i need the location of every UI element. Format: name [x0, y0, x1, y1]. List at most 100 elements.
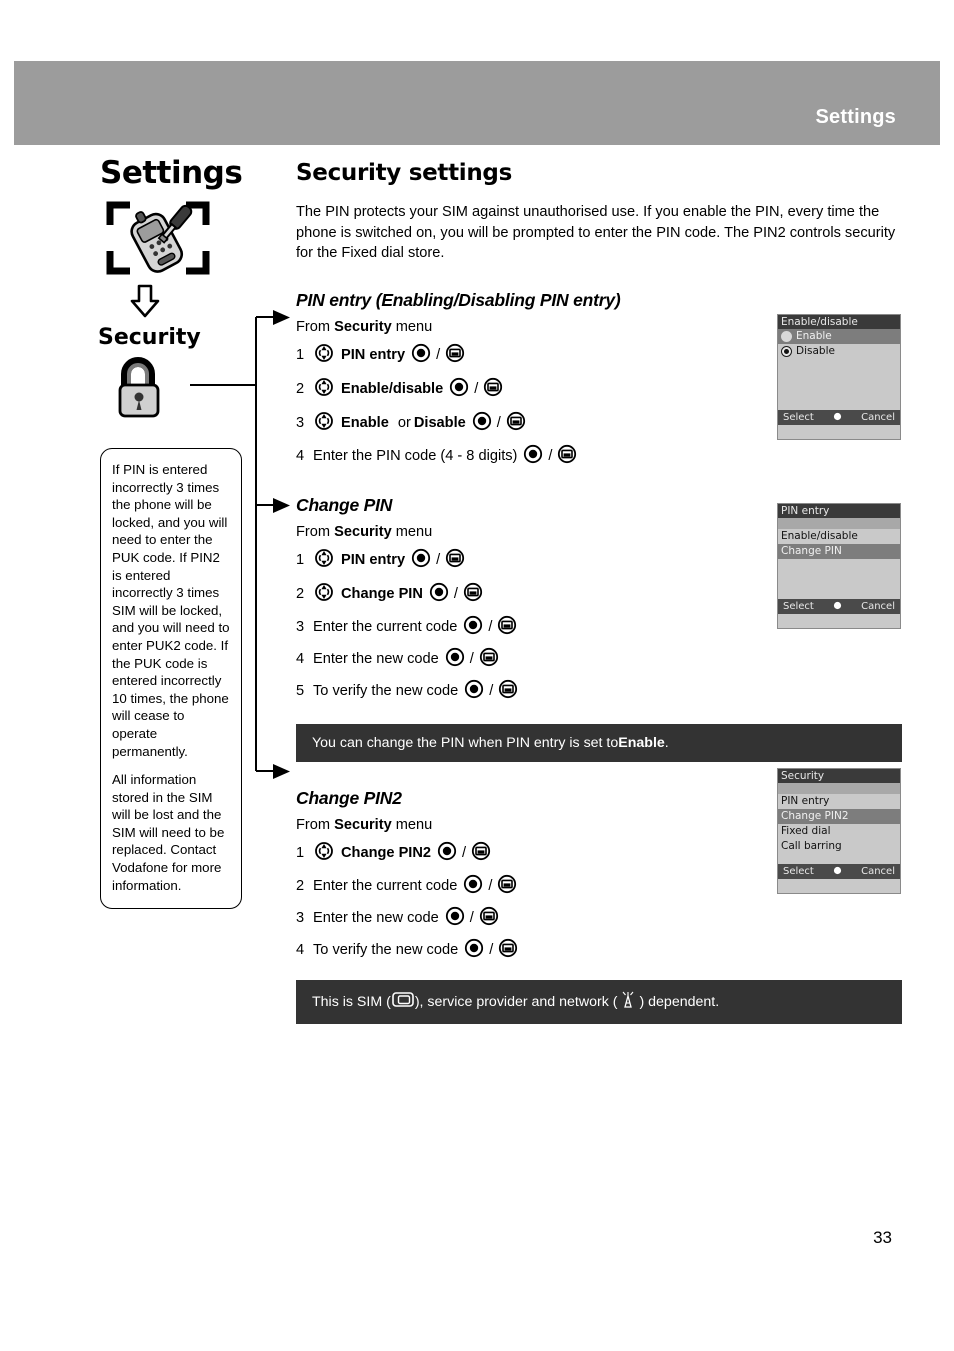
- padlock-icon: [118, 357, 160, 418]
- screen-softkey-bar: Select Cancel: [778, 599, 900, 614]
- from-prefix: From: [296, 318, 335, 335]
- softkey-icon: [498, 938, 518, 963]
- step-label: Enable/disable: [341, 381, 444, 397]
- radio-button-icon: [781, 331, 792, 342]
- sim-card-icon: [392, 991, 414, 1012]
- step-number: 1: [296, 845, 305, 861]
- step-number: 5: [296, 683, 305, 699]
- select-key-icon: [463, 874, 483, 899]
- phone-with-screwdriver-icon: [106, 201, 210, 275]
- screen-menu-row[interactable]: Call barring: [778, 839, 900, 854]
- page-header-title: Settings: [815, 106, 896, 128]
- step-number: 3: [296, 910, 305, 926]
- step-number: 2: [296, 381, 305, 397]
- screen-row-label: PIN entry: [781, 795, 830, 807]
- step-label: To verify the new code: [313, 942, 459, 958]
- softkey-left-label[interactable]: Select: [783, 601, 814, 612]
- screen-softkey-bar: Select Cancel: [778, 864, 900, 879]
- step-label: Enter the current code: [313, 878, 458, 894]
- subchapter-title: Security: [98, 325, 201, 350]
- icon-separator: /: [474, 381, 479, 397]
- icon-separator: /: [453, 586, 458, 602]
- step-number: 4: [296, 942, 305, 958]
- icon-separator: /: [496, 415, 501, 431]
- step-number: 1: [296, 552, 305, 568]
- left-column: Settings Security: [96, 158, 262, 425]
- step-number: 3: [296, 619, 305, 635]
- notice-text-prefix: You can change the PIN when PIN entry is…: [312, 734, 619, 751]
- softkey-left-label[interactable]: Select: [783, 412, 814, 423]
- screen-menu-row[interactable]: Fixed dial: [778, 824, 900, 839]
- select-key-icon: [464, 938, 484, 963]
- softkey-icon: [445, 548, 465, 573]
- softkey-right-label[interactable]: Cancel: [861, 866, 895, 877]
- down-arrow-icon: [130, 284, 160, 318]
- phone-screen-security: Security PIN entry Change PIN2 Fixed dia…: [777, 768, 901, 894]
- select-key-icon: [411, 343, 431, 368]
- select-key-icon: [445, 647, 465, 672]
- step-number: 2: [296, 586, 305, 602]
- step-item: 4 Enter the PIN code (4 - 8 digits) /: [296, 444, 908, 469]
- screen-row-label: Enable/disable: [781, 530, 858, 542]
- from-menu-name: Security: [334, 523, 392, 540]
- step-label-alt: Disable: [413, 415, 466, 431]
- screen-softkey-bar: Select Cancel: [778, 410, 900, 425]
- screen-menu-row[interactable]: Enable/disable: [778, 529, 900, 544]
- select-key-icon: [463, 615, 483, 640]
- softkey-icon: [497, 874, 517, 899]
- from-suffix: menu: [391, 318, 433, 335]
- softkey-icon: [463, 582, 483, 607]
- screen-menu-row[interactable]: Disable: [778, 344, 900, 359]
- note-paragraph: All information stored in the SIM will b…: [112, 772, 225, 893]
- select-key-icon: [437, 841, 457, 866]
- select-key-icon: [449, 377, 469, 402]
- page-number: 33: [873, 1228, 892, 1247]
- screen-menu-row[interactable]: Enable: [778, 329, 900, 344]
- notice-bar-sim-dependency: This is SIM ( ), service provider and ne…: [296, 979, 902, 1024]
- softkey-left-label[interactable]: Select: [783, 866, 814, 877]
- select-key-icon: [411, 548, 431, 573]
- step-conjunction: or: [397, 415, 411, 431]
- network-antenna-icon: [620, 990, 636, 1014]
- icon-separator: /: [548, 448, 553, 464]
- notice-bar-change-pin: You can change the PIN when PIN entry is…: [296, 723, 902, 762]
- screen-row-label: Change PIN: [781, 545, 842, 557]
- center-key-icon[interactable]: [833, 866, 842, 878]
- warning-note-box: If PIN is entered incorrectly 3 times th…: [100, 448, 242, 910]
- screen-spacer: [778, 518, 900, 529]
- step-label: PIN entry: [341, 347, 406, 363]
- step-label: Enable: [341, 415, 389, 431]
- notice-text-prefix: This is SIM (: [312, 993, 391, 1010]
- step-item: 4 To verify the new code /: [296, 938, 908, 963]
- step-label: Enter the new code: [313, 910, 439, 926]
- select-key-icon: [429, 582, 449, 607]
- navigation-key-icon: [313, 581, 335, 608]
- step-item: 4 Enter the new code /: [296, 647, 908, 672]
- step-label: Enter the current code: [313, 619, 458, 635]
- notice-text-mid: ), service provider and network (: [414, 993, 618, 1010]
- select-key-icon: [464, 679, 484, 704]
- notice-text-bold: Enable: [618, 734, 665, 751]
- step-number: 4: [296, 651, 305, 667]
- screen-menu-row[interactable]: Change PIN2: [778, 809, 900, 824]
- screen-menu-row[interactable]: Change PIN: [778, 544, 900, 559]
- note-paragraph: If PIN is entered incorrectly 3 times th…: [112, 462, 230, 759]
- icon-separator: /: [469, 651, 474, 667]
- navigation-key-icon: [313, 342, 335, 369]
- softkey-icon: [479, 647, 499, 672]
- softkey-right-label[interactable]: Cancel: [861, 601, 895, 612]
- step-item: 5 To verify the new code /: [296, 679, 908, 704]
- icon-separator: /: [489, 942, 494, 958]
- center-key-icon[interactable]: [833, 412, 842, 424]
- step-number: 3: [296, 415, 305, 431]
- step-number: 2: [296, 878, 305, 894]
- from-suffix: menu: [391, 816, 433, 833]
- screen-menu-row[interactable]: PIN entry: [778, 794, 900, 809]
- center-key-icon[interactable]: [833, 601, 842, 613]
- softkey-right-label[interactable]: Cancel: [861, 412, 895, 423]
- phone-screen-pin-entry: PIN entry Enable/disable Change PIN Sele…: [777, 503, 901, 629]
- step-label: Change PIN2: [341, 845, 432, 861]
- notice-text-suffix: ) dependent.: [639, 993, 720, 1010]
- chapter-icon-block: [96, 199, 262, 282]
- softkey-icon: [471, 841, 491, 866]
